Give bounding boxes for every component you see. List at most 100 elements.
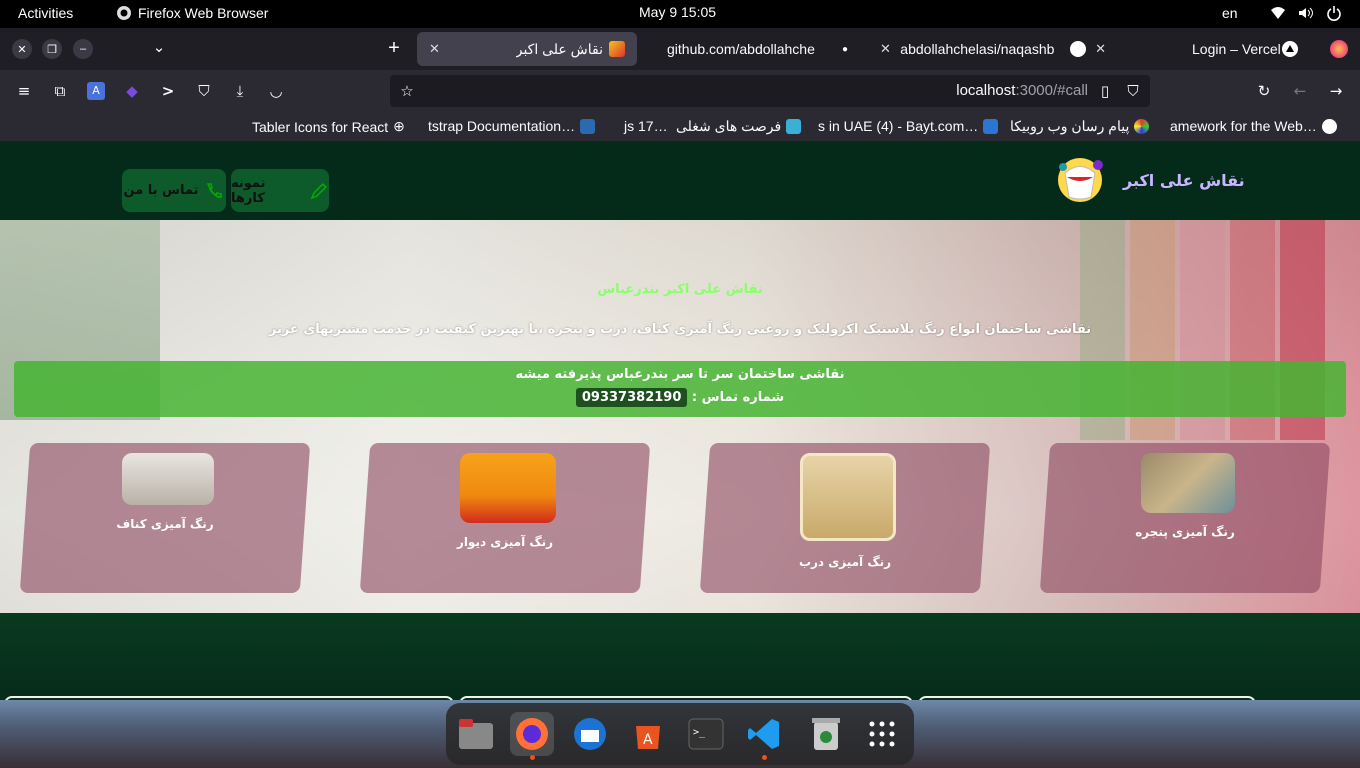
site-header: تماس با من نمونه کارها نقاش علی اکبر [0, 141, 1360, 220]
service-card-drywall[interactable]: رنگ آمیزی کناف [19, 443, 311, 593]
drywall-photo [122, 453, 214, 505]
tab-unread-dot-icon: ● [841, 43, 848, 55]
power-icon [1326, 5, 1342, 21]
card-caption: رنگ آمیزی کناف [116, 517, 214, 531]
service-card-door[interactable]: رنگ آمیزی درب [699, 443, 991, 593]
files-icon[interactable] [454, 712, 498, 756]
activities-button[interactable]: Activities [18, 5, 73, 21]
pocket-icon[interactable]: ◡ [267, 82, 285, 100]
tab-vercel[interactable]: Login – Vercel [1180, 32, 1310, 66]
downloads-icon[interactable]: ⤓ [231, 82, 249, 100]
firefox-icon[interactable] [510, 712, 554, 760]
tab-title: abdollahchelasi/naqashb [900, 41, 1055, 57]
translate-icon[interactable]: A [87, 82, 105, 100]
url-host: localhost [956, 82, 1016, 99]
portfolio-button[interactable]: نمونه کارها [231, 169, 329, 212]
page-icon[interactable]: ▯ [1096, 82, 1114, 100]
vscode-icon[interactable] [742, 712, 786, 760]
tab-active[interactable]: ✕ نقاش علی اکبر [417, 32, 637, 66]
running-indicator [530, 755, 535, 760]
reload-icon[interactable]: ↻ [1255, 82, 1273, 100]
bookmark-label: پیام رسان وب روبیکا [1010, 118, 1130, 134]
tab-close-icon[interactable]: ✕ [1095, 41, 1106, 57]
clock[interactable]: May 9 15:05 [639, 4, 716, 20]
bookmark-label: Tabler Icons for React [252, 118, 389, 135]
app-name: Firefox Web Browser [138, 5, 269, 21]
close-window-icon[interactable]: ✕ [12, 39, 32, 59]
bookmark-item[interactable]: s in UAE (4) - Bayt.com… [818, 118, 999, 134]
system-tray[interactable] [1270, 5, 1342, 21]
bookmark-item[interactable]: amework for the Web… [1170, 118, 1337, 134]
tab-close-icon[interactable]: ✕ [880, 41, 891, 57]
url-text[interactable]: localhost:3000/#call [956, 82, 1088, 99]
tab-title: نقاش علی اکبر [515, 40, 603, 57]
bookmark-star-icon[interactable]: ☆ [398, 82, 416, 100]
wall-photo [460, 453, 556, 523]
phone-icon [207, 182, 223, 198]
tab-close-icon[interactable]: ✕ [429, 41, 440, 57]
web-page: تماس با من نمونه کارها نقاش علی اکبر نقا… [0, 141, 1360, 768]
tab-title: github.com/abdollahche [667, 41, 815, 57]
paint-bucket-logo-icon [1055, 155, 1105, 205]
tab-github-naqash[interactable]: ✕ abdollahchelasi/naqashb ✕ [868, 32, 1118, 66]
shield-extension-icon[interactable]: ⛉ [195, 82, 213, 100]
extension-arrow-icon[interactable]: > [159, 82, 177, 100]
bookmark-label: s in UAE (4) - Bayt.com… [818, 118, 979, 134]
bookmark-item[interactable]: js 17… [624, 118, 668, 134]
firefox-view-icon[interactable] [1330, 40, 1348, 58]
app-center-icon[interactable]: A [626, 712, 670, 756]
bookmarks-toolbar: Tabler Icons for React ⊕ tstrap Documenta… [0, 112, 1360, 141]
bookmark-item[interactable]: پیام رسان وب روبیکا [1010, 118, 1150, 135]
extension-gem-icon[interactable]: ◆ [123, 82, 141, 100]
jobinja-icon [786, 119, 802, 134]
tab-list-chevron-icon[interactable]: ⌄ [150, 39, 168, 57]
tab-github-repo[interactable]: github.com/abdollahche ● [655, 32, 860, 66]
app-grid-icon[interactable] [860, 712, 904, 756]
nextjs-icon [1321, 118, 1337, 134]
github-favicon-icon [1069, 41, 1086, 57]
portfolio-label: نمونه کارها [231, 175, 266, 206]
window-photo [1141, 453, 1235, 513]
globe-icon: ⊕ [393, 118, 405, 134]
new-tab-icon[interactable]: + [385, 38, 403, 58]
contact-me-label: تماس با من [123, 183, 199, 198]
tab-strip: ✕ ❐ – ⌄ + ✕ نقاش علی اکبر github.com/abd… [0, 28, 1360, 70]
card-caption: رنگ آمیزی دیوار [456, 535, 554, 549]
trash-icon[interactable] [804, 712, 848, 756]
phone-number[interactable]: 09337382190 [575, 388, 688, 407]
menu-icon[interactable]: ≡ [15, 82, 33, 100]
bayt-icon [983, 118, 999, 134]
thunderbird-icon[interactable] [568, 712, 612, 756]
back-icon[interactable]: ← [1291, 82, 1309, 100]
wifi-icon [1270, 5, 1286, 21]
bookmark-item[interactable]: فرصت های شغلی [676, 118, 802, 135]
tracking-shield-icon[interactable]: ⛉ [1124, 82, 1142, 100]
url-bar[interactable]: ☆ localhost:3000/#call ▯ ⛉ [390, 75, 1150, 107]
hero-title: نقاش علی اکبر بندرعباس [597, 282, 763, 297]
minimize-window-icon[interactable]: – [73, 39, 93, 59]
restore-window-icon[interactable]: ❐ [42, 39, 62, 59]
terminal-icon[interactable]: >_ [684, 712, 728, 756]
svg-text:A: A [643, 732, 653, 748]
tab-title: Login – Vercel [1192, 41, 1281, 57]
keyboard-layout[interactable]: en [1222, 5, 1238, 21]
contact-me-button[interactable]: تماس با من [122, 169, 226, 212]
service-card-window[interactable]: رنگ آمیزی پنجره [1039, 443, 1331, 593]
bookmark-item[interactable]: Tabler Icons for React ⊕ [252, 118, 405, 135]
bookmark-label: tstrap Documentation… [428, 118, 576, 134]
bookmark-item[interactable]: tstrap Documentation… [428, 118, 596, 134]
pencil-icon [310, 182, 328, 199]
hero-description: نقاشی ساختمان انواع رنگ پلاستیک اکرولیک … [268, 322, 1092, 337]
running-indicator [762, 755, 767, 760]
forward-icon[interactable]: → [1327, 82, 1345, 100]
svg-text:>_: >_ [693, 727, 706, 738]
service-card-wall[interactable]: رنگ آمیزی دیوار [359, 443, 651, 593]
card-caption: رنگ آمیزی درب [798, 555, 892, 569]
extensions-icon[interactable]: ⧉ [51, 82, 69, 100]
call-phone-line: شماره تماس : 09337382190 [14, 388, 1346, 407]
call-label: شماره تماس : [691, 390, 785, 405]
app-menu[interactable]: Firefox Web Browser [116, 5, 268, 21]
system-top-bar: Activities Firefox Web Browser May 9 15:… [0, 0, 1360, 28]
brand[interactable]: نقاش علی اکبر [1055, 155, 1245, 205]
rubika-icon [1134, 119, 1150, 134]
